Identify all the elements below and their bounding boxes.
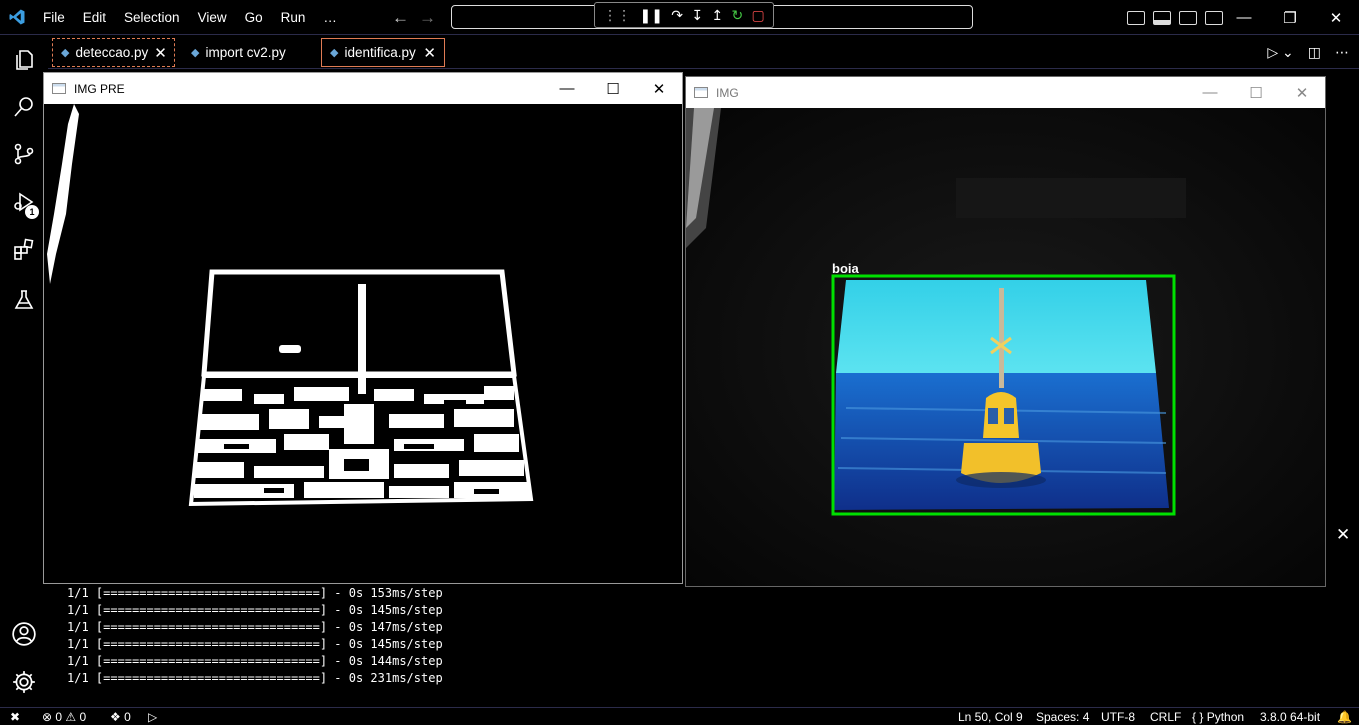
tab-import-cv2[interactable]: ◆ import cv2.py (183, 38, 313, 67)
title-bar: File Edit Selection View Go Run … ← → ⋮⋮… (0, 0, 1359, 35)
minimize-icon[interactable]: — (1187, 84, 1233, 102)
terminal-line: 1/1 [==============================] - 0… (67, 671, 443, 685)
pause-icon[interactable]: ❚❚ (639, 8, 662, 22)
run-file-icon[interactable]: ▷ ⌄ (1267, 44, 1293, 61)
problems-indicator[interactable]: ⊗ 0 ⚠ 0 (42, 710, 86, 725)
terminal-line: 1/1 [==============================] - 0… (67, 654, 443, 668)
explorer-icon[interactable] (10, 46, 38, 74)
remote-indicator-icon[interactable]: ✖ (10, 710, 20, 725)
accounts-icon[interactable] (10, 620, 38, 648)
menu-run[interactable]: Run (272, 0, 315, 35)
cursor-position[interactable]: Ln 50, Col 9 (958, 710, 1023, 725)
menu-edit[interactable]: Edit (74, 0, 115, 35)
tab-label: identifica.py (344, 45, 416, 60)
language-mode[interactable]: { } Python (1192, 710, 1244, 725)
minimize-icon[interactable]: — (1221, 9, 1267, 26)
search-icon[interactable] (10, 93, 38, 121)
window-app-icon (694, 87, 708, 98)
step-into-icon[interactable]: ↧ (691, 8, 703, 22)
language-label: Python (1206, 710, 1245, 724)
python-file-icon: ◆ (61, 47, 70, 59)
terminal-line: 1/1 [==============================] - 0… (67, 586, 443, 600)
indentation[interactable]: Spaces: 4 (1036, 710, 1089, 725)
more-actions-icon[interactable]: ⋯ (1335, 44, 1349, 61)
detection-label: boia (832, 261, 859, 276)
editor-tab-bar: ◆ deteccao.py ✕ ◆ import cv2.py ◆ identi… (48, 36, 1359, 69)
window-controls: — ❐ ✕ (1221, 0, 1359, 35)
restore-icon[interactable]: ❐ (1267, 9, 1313, 27)
ports-count: 0 (124, 710, 131, 724)
python-file-icon: ◆ (191, 47, 200, 59)
step-over-icon[interactable]: ↷ (671, 8, 683, 22)
img-pre-window-titlebar[interactable]: IMG PRE — ☐ ✕ (44, 73, 682, 104)
img-window[interactable]: IMG — ☐ ✕ boia (685, 76, 1326, 587)
img-window-titlebar[interactable]: IMG — ☐ ✕ (686, 77, 1325, 108)
menu-go[interactable]: Go (236, 0, 272, 35)
terminal-output[interactable]: 1/1 [==============================] - 0… (67, 585, 443, 687)
warning-count: 0 (79, 710, 87, 724)
encoding[interactable]: UTF-8 (1101, 710, 1135, 725)
error-count: 0 (55, 710, 63, 724)
status-bar: ✖ ⊗ 0 ⚠ 0 ❖ 0 ▷ Ln 50, Col 9 Spaces: 4 U… (0, 707, 1359, 725)
debug-toolbar: ⋮⋮ ❚❚ ↷ ↧ ↥ ↻ ▢ (594, 2, 774, 28)
minimize-icon[interactable]: — (544, 80, 590, 98)
ports-indicator[interactable]: ❖ 0 (110, 710, 131, 725)
terminal-line: 1/1 [==============================] - 0… (67, 603, 443, 617)
window-controls: — ☐ ✕ (1187, 84, 1325, 102)
debug-launch-icon[interactable]: ▷ (148, 710, 157, 725)
toggle-panel-icon[interactable] (1153, 10, 1171, 25)
tab-label: deteccao.py (75, 45, 149, 60)
debug-badge: 1 (25, 205, 39, 219)
menu-bar: File Edit Selection View Go Run … (34, 0, 346, 35)
notifications-bell-icon[interactable]: 🔔 (1337, 710, 1352, 725)
close-icon[interactable]: ✕ (1279, 84, 1325, 102)
step-out-icon[interactable]: ↥ (711, 8, 723, 22)
python-file-icon: ◆ (330, 47, 339, 59)
preprocessed-mask-image (44, 104, 682, 583)
maximize-icon[interactable]: ☐ (1233, 84, 1279, 102)
drag-handle-icon[interactable]: ⋮⋮ (603, 8, 631, 22)
source-control-icon[interactable] (10, 140, 38, 168)
terminal-line: 1/1 [==============================] - 0… (67, 637, 443, 651)
window-title: IMG PRE (74, 81, 125, 96)
back-arrow-icon[interactable]: ← (392, 8, 409, 28)
menu-more[interactable]: … (314, 0, 346, 35)
extensions-icon[interactable] (10, 236, 38, 264)
toggle-primary-sidebar-icon[interactable] (1127, 10, 1145, 25)
activity-bar: 1 (0, 36, 48, 706)
img-pre-window[interactable]: IMG PRE — ☐ ✕ (43, 72, 683, 584)
python-interpreter[interactable]: 3.8.0 64-bit (1260, 710, 1320, 725)
navigation-arrows: ← → (392, 0, 436, 35)
maximize-icon[interactable]: ☐ (590, 80, 636, 98)
window-controls: — ☐ ✕ (544, 80, 682, 98)
window-app-icon (52, 83, 66, 94)
close-tab-icon[interactable]: ✕ (154, 44, 167, 62)
tab-identifica[interactable]: ◆ identifica.py ✕ (321, 38, 445, 67)
camera-frame-image (686, 108, 1325, 586)
close-tab-icon[interactable]: ✕ (423, 44, 436, 62)
tab-deteccao[interactable]: ◆ deteccao.py ✕ (52, 38, 175, 67)
settings-gear-icon[interactable] (10, 668, 38, 696)
vscode-logo-icon (0, 0, 34, 35)
close-icon[interactable]: ✕ (636, 80, 682, 98)
editor-actions: ▷ ⌄ ◫ ⋯ (1267, 36, 1349, 69)
close-panel-icon[interactable]: ✕ (1336, 525, 1350, 545)
menu-selection[interactable]: Selection (115, 0, 189, 35)
tab-label: import cv2.py (205, 45, 286, 60)
split-editor-icon[interactable]: ◫ (1308, 44, 1321, 61)
close-icon[interactable]: ✕ (1313, 9, 1359, 27)
menu-view[interactable]: View (189, 0, 236, 35)
toggle-secondary-sidebar-icon[interactable] (1179, 10, 1197, 25)
menu-file[interactable]: File (34, 0, 74, 35)
stop-icon[interactable]: ▢ (752, 8, 765, 22)
restart-icon[interactable]: ↻ (731, 8, 743, 22)
forward-arrow-icon[interactable]: → (419, 8, 436, 28)
testing-icon[interactable] (10, 286, 38, 314)
terminal-line: 1/1 [==============================] - 0… (67, 620, 443, 634)
window-title: IMG (716, 85, 739, 100)
layout-controls (1127, 0, 1223, 35)
end-of-line[interactable]: CRLF (1150, 710, 1181, 725)
